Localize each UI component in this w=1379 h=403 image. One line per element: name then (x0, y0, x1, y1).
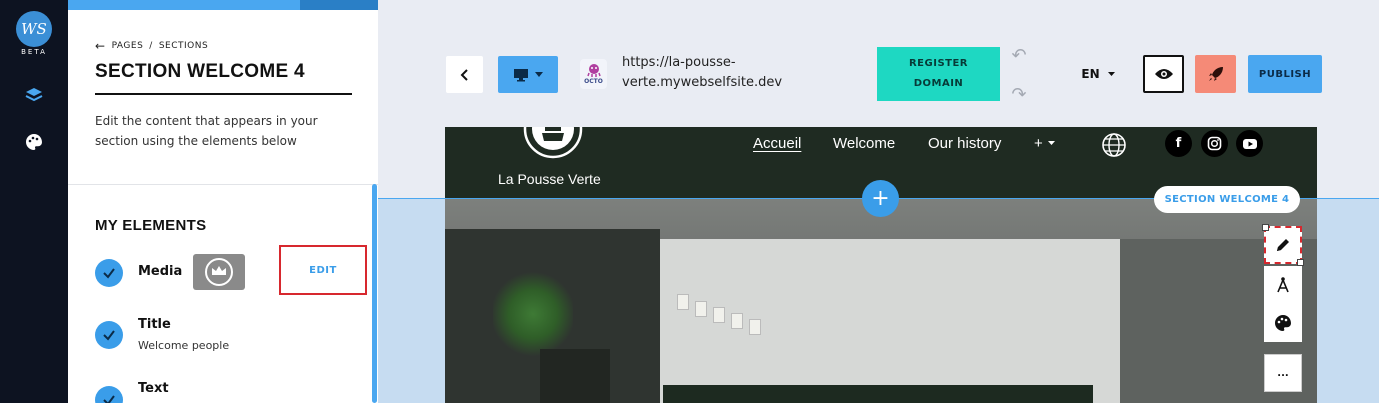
panel-divider (68, 184, 378, 185)
element-name: Media (138, 264, 183, 279)
palette-icon (1275, 315, 1291, 331)
site-preview: La Pousse Verte Accueil Welcome Our hist… (445, 127, 1317, 403)
chevron-down-icon (535, 71, 543, 77)
breadcrumb-pages[interactable]: PAGES (112, 41, 144, 51)
site-favicon: OCTO (580, 59, 607, 89)
breadcrumb: ← PAGES / SECTIONS (95, 39, 208, 53)
globe-icon[interactable] (1101, 132, 1127, 162)
section-panel: ← PAGES / SECTIONS SECTION WELCOME 4 Edi… (68, 0, 378, 403)
rocket-icon (1208, 67, 1223, 81)
elements-heading: MY ELEMENTS (95, 217, 207, 234)
breadcrumb-sections[interactable]: SECTIONS (159, 41, 208, 51)
back-arrow-icon[interactable]: ← (95, 39, 106, 53)
layout-tool-button[interactable] (1264, 266, 1302, 304)
app-logo[interactable]: WS (16, 11, 52, 47)
site-brand-name: La Pousse Verte (498, 171, 601, 187)
media-thumbnail (193, 254, 245, 290)
nav-welcome[interactable]: Welcome (833, 135, 895, 152)
eye-icon (1154, 69, 1173, 79)
desktop-icon (514, 68, 528, 81)
chevron-down-icon (1047, 141, 1055, 145)
add-section-button[interactable]: + (862, 180, 899, 217)
register-label-line1: REGISTER (908, 58, 968, 69)
style-tool-button[interactable] (1264, 304, 1302, 342)
site-url[interactable]: https://la-pousse-verte.mywebselfsite.de… (622, 53, 792, 93)
compass-icon (1277, 277, 1289, 293)
pencil-icon (1277, 239, 1289, 251)
beta-label: BETA (21, 48, 47, 56)
site-logo-icon[interactable] (518, 127, 588, 163)
nav-more-label: + (1034, 135, 1043, 152)
language-select[interactable]: EN (1076, 62, 1120, 86)
nav-accueil[interactable]: Accueil (753, 135, 801, 152)
instagram-icon[interactable] (1201, 130, 1228, 157)
panel-scrollbar[interactable] (372, 184, 377, 403)
site-icon-label: OCTO (584, 78, 603, 85)
palette-icon[interactable] (22, 130, 46, 154)
nav-our-history[interactable]: Our history (928, 135, 1001, 152)
breadcrumb-separator: / (149, 41, 153, 51)
hero-image (445, 199, 1317, 403)
panel-progress-bar (68, 0, 378, 10)
element-name: Text (138, 381, 169, 396)
check-icon[interactable] (95, 321, 123, 349)
element-name: Title (138, 317, 171, 332)
facebook-icon[interactable]: f (1165, 130, 1192, 157)
left-rail: WS BETA (0, 0, 68, 403)
section-highlight-right (1317, 199, 1379, 403)
undo-icon[interactable]: ↶ (1007, 45, 1031, 66)
check-icon[interactable] (95, 386, 123, 403)
octopus-icon (586, 64, 601, 77)
language-label: EN (1081, 67, 1100, 81)
edit-section-button[interactable] (1262, 224, 1304, 266)
chevron-down-icon (1107, 71, 1115, 76)
check-icon[interactable] (95, 259, 123, 287)
edit-media-button[interactable]: EDIT (279, 245, 367, 295)
panel-description: Edit the content that appears in your se… (95, 114, 318, 148)
register-label-line2: DOMAIN (913, 78, 964, 89)
panel-title: SECTION WELCOME 4 (95, 61, 305, 82)
publish-button[interactable]: PUBLISH (1248, 55, 1322, 93)
back-button[interactable] (446, 56, 483, 93)
more-options-button[interactable]: ... (1264, 354, 1302, 392)
title-divider (95, 93, 352, 95)
register-domain-button[interactable]: REGISTER DOMAIN (877, 47, 1000, 101)
launch-button[interactable] (1195, 55, 1236, 93)
layers-icon[interactable] (22, 84, 46, 108)
preview-button[interactable] (1143, 55, 1184, 93)
device-select-button[interactable] (498, 56, 558, 93)
element-subtitle: Welcome people (138, 339, 230, 352)
section-highlight-left (378, 199, 445, 403)
section-badge[interactable]: SECTION WELCOME 4 (1154, 186, 1300, 213)
redo-icon[interactable]: ↷ (1007, 84, 1031, 105)
nav-more[interactable]: + (1034, 135, 1055, 152)
youtube-icon[interactable] (1236, 130, 1263, 157)
